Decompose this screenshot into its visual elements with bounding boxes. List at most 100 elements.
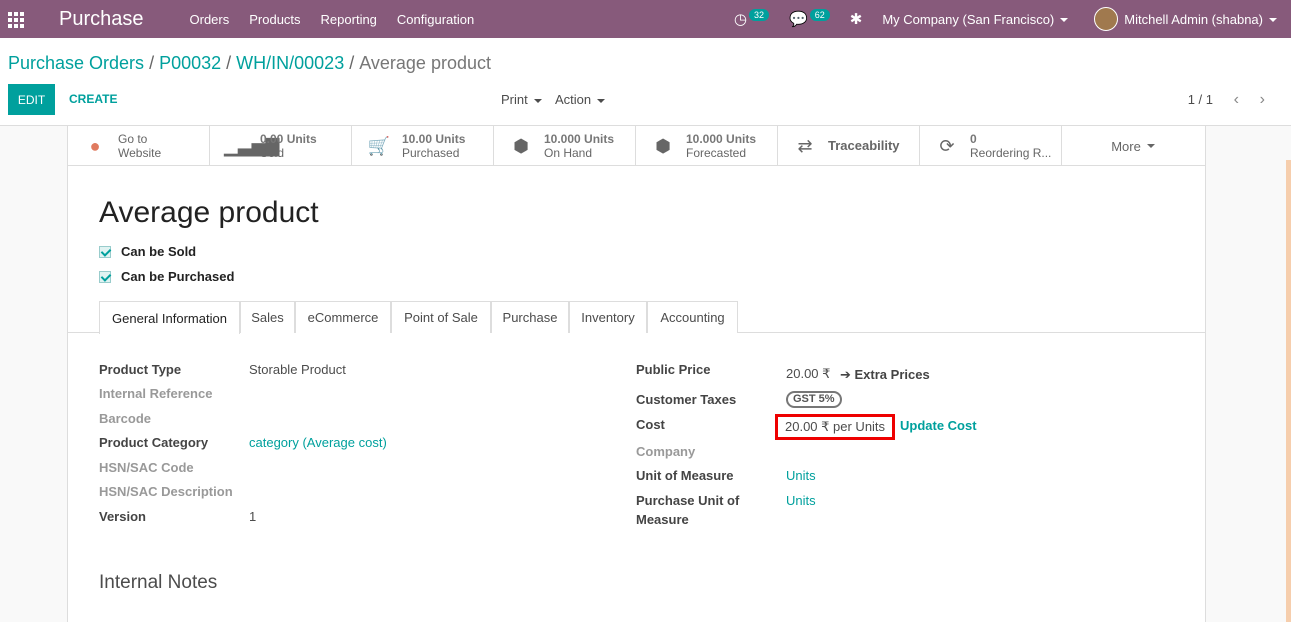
cost-label: Cost [636,417,665,432]
control-panel: Purchase Orders / P00032/WH/IN/00023/Avera… [0,38,1291,126]
version-value: 1 [249,509,257,524]
tab-inventory[interactable]: Inventory [569,301,647,333]
stat-line2: Purchased [402,146,460,160]
stat-line2: On Hand [544,146,593,160]
apps-menu-icon[interactable] [8,12,26,28]
product-category-link[interactable]: category (Average cost) [249,435,387,450]
print-label: Print [501,92,528,107]
website-smart-button[interactable]: ● Go to Website [68,126,210,166]
more-smart-button[interactable]: More [1062,126,1204,166]
activity-count-badge: 32 [749,9,770,21]
forecasted-smart-button[interactable]: ⬢ 10.000 Units Forecasted [636,126,778,166]
main-menu: Orders Products Reporting Configuration [190,12,495,27]
clock-icon: ◷ [733,11,748,28]
messages-count-badge: 62 [809,9,830,21]
uom-link[interactable]: Units [786,468,816,483]
stat-line2: Website [118,146,162,160]
tab-ecommerce[interactable]: eCommerce [295,301,391,333]
pager-value[interactable]: 1 / 1 [1188,92,1213,107]
can-be-purchased-row: Can be Purchased [99,269,234,284]
product-name: Average product [99,196,319,229]
purchase-uom-link[interactable]: Units [786,493,816,508]
version-label: Version [99,509,146,524]
cubes-icon: ⬢ [655,135,671,156]
breadcrumb-wh-in[interactable]: WH/IN/00023 [236,53,344,73]
app-name[interactable]: Purchase [59,8,144,31]
hsn-description-label: HSN/SAC Description [99,484,233,499]
menu-configuration[interactable]: Configuration [397,12,474,27]
create-button[interactable]: CREATE [69,92,117,106]
tab-accounting[interactable]: Accounting [647,301,738,333]
exchange-icon: ⇄ [797,135,813,156]
action-label: Action [555,92,592,107]
stat-line1: 0 [970,132,977,146]
product-category-label: Product Category [99,435,209,450]
breadcrumb-purchase-orders[interactable]: Purchase Orders [8,53,144,73]
bar-chart-icon: ▁▃▅▇ [224,135,280,156]
product-type-value: Storable Product [249,362,346,377]
traceability-smart-button[interactable]: ⇄ Traceability [778,126,920,166]
stat-line1: Traceability [828,138,900,153]
company-label: Company [636,444,696,459]
caret-down-icon [1146,144,1155,148]
purchased-smart-button[interactable]: 🛒 10.00 Units Purchased [352,126,494,166]
avatar[interactable] [1094,7,1119,31]
can-be-sold-checkbox[interactable] [99,245,111,258]
more-label: More [1111,138,1141,154]
smart-button-box: ● Go to Website ▁▃▅▇ 0.00 Units Sold 🛒 10.… [68,126,1205,166]
tab-general-information[interactable]: General Information [99,301,240,334]
on-hand-smart-button[interactable]: ⬢ 10.000 Units On Hand [494,126,636,166]
can-be-purchased-checkbox[interactable] [99,270,111,283]
caret-down-icon [597,98,606,103]
refresh-icon: ⟳ [939,135,955,156]
notebook-tabs: General Information Sales eCommerce Poin… [68,301,1205,334]
menu-products[interactable]: Products [249,12,300,27]
menu-reporting[interactable]: Reporting [321,12,377,27]
arrow-right-icon: ➔ [840,367,855,382]
caret-down-icon [1060,18,1069,23]
user-name: Mitchell Admin (shabna) [1124,11,1263,27]
stat-line1: 10.00 Units [402,132,466,146]
stat-line1: 10.000 Units [544,132,615,146]
user-menu[interactable]: Mitchell Admin (shabna) [1124,12,1277,27]
stat-line2: Reordering R... [970,146,1052,160]
update-cost-button[interactable]: Update Cost [900,418,977,433]
menu-orders[interactable]: Orders [190,12,230,27]
stat-line2: Forecasted [686,146,747,160]
tab-sales[interactable]: Sales [240,301,295,333]
systray: ◷ 32 💬 62 ✱ My Company (San Francisco) M… [734,0,1291,38]
can-be-purchased-label: Can be Purchased [121,269,235,284]
breadcrumb: Purchase Orders / P00032/WH/IN/00023/Avera… [8,53,491,73]
caret-down-icon [533,98,542,103]
product-type-label: Product Type [99,362,182,377]
can-be-sold-row: Can be Sold [99,244,196,259]
pager-previous-icon[interactable]: ‹ [1234,91,1239,109]
tab-purchase[interactable]: Purchase [491,301,569,333]
activity-button[interactable]: ◷ 32 [733,9,770,28]
stat-line1: 10.000 Units [686,132,757,146]
pager-next-icon[interactable]: › [1260,91,1265,109]
debug-button[interactable]: ✱ [850,10,863,28]
stat-line1: Go to [118,132,148,146]
cost-value: 20.00 ₹ per Units [775,414,896,440]
extra-prices-label: Extra Prices [854,367,930,382]
customer-taxes-label: Customer Taxes [636,392,737,407]
breadcrumb-current: Average product [359,53,491,73]
cart-icon: 🛒 [367,135,391,156]
globe-icon: ● [89,135,101,156]
breadcrumb-p00032[interactable]: P00032 [159,53,221,73]
bug-icon: ✱ [849,11,863,28]
uom-label: Unit of Measure [636,468,734,483]
sold-smart-button[interactable]: ▁▃▅▇ 0.00 Units Sold [210,126,352,166]
scrollbar[interactable] [1286,160,1291,622]
extra-prices-button[interactable]: ➔ Extra Prices [840,367,930,383]
action-dropdown[interactable]: Action [555,92,606,107]
public-price-value: 20.00 ₹ [786,366,831,381]
print-dropdown[interactable]: Print [501,92,542,107]
tab-point-of-sale[interactable]: Point of Sale [391,301,491,333]
edit-button[interactable]: EDIT [8,84,55,115]
company-switcher[interactable]: My Company (San Francisco) [882,12,1069,27]
reordering-smart-button[interactable]: ⟳ 0 Reordering R... [920,126,1062,166]
hsn-code-label: HSN/SAC Code [99,460,194,475]
messages-button[interactable]: 💬 62 [789,9,830,28]
